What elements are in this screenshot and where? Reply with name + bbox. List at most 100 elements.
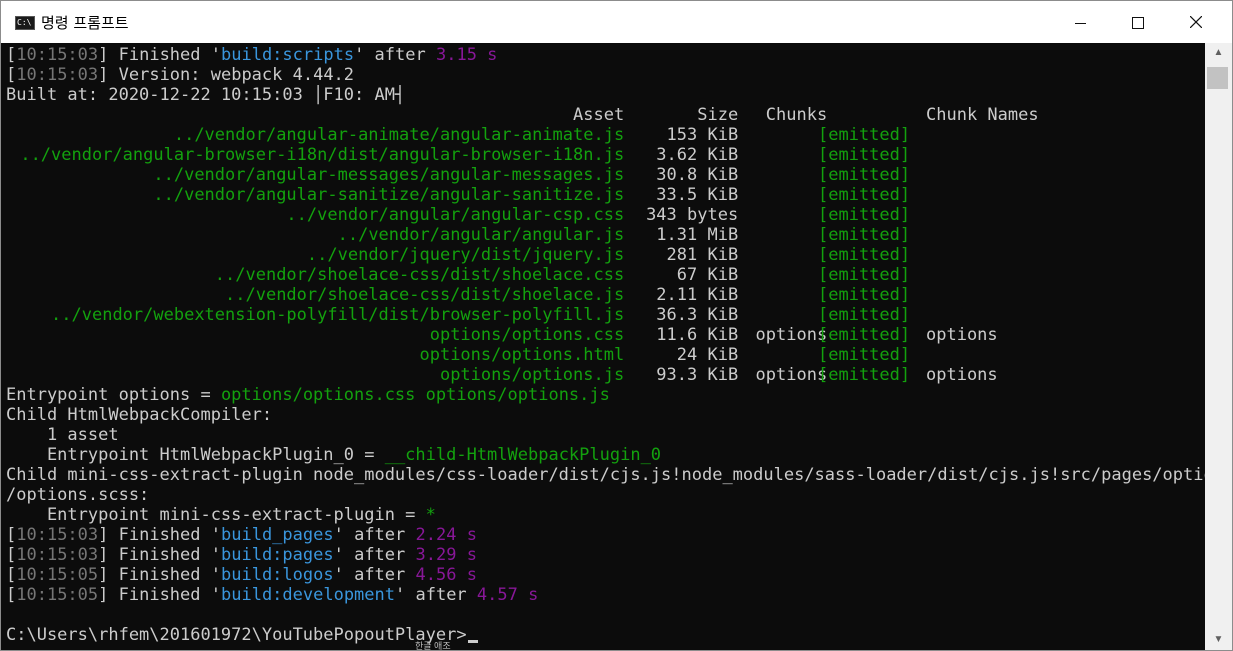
log-timestamp: 10:15:05 — [16, 565, 99, 585]
asset-size: 3.62 KiB — [656, 145, 739, 165]
asset-size: 153 KiB — [666, 125, 739, 145]
asset-name: ../vendor/shoelace-css/dist/shoelace.css — [214, 265, 625, 285]
log-line: [10:15:05] Finished 'build:logos' after … — [6, 565, 477, 585]
asset-row: ../vendor/angular-browser-i18n/dist/angu… — [6, 145, 1205, 165]
asset-status: [emitted] — [818, 165, 911, 185]
entrypoint-files: options/options.css options/options.js — [220, 385, 610, 405]
log-after: after — [415, 585, 467, 605]
log-duration: 2.24 s — [415, 525, 477, 545]
window-title: 명령 프롬프트 — [41, 14, 129, 32]
child-asset-count-line: 1 asset — [6, 425, 1205, 445]
asset-name: ../vendor/jquery/dist/jquery.js — [306, 245, 625, 265]
asset-status: [emitted] — [818, 205, 911, 225]
log-after: after — [354, 525, 406, 545]
log-status: Finished — [118, 565, 201, 585]
child-css-title: Child mini-css-extract-plugin node_modul… — [6, 465, 1205, 485]
asset-size: 93.3 KiB — [656, 365, 739, 385]
asset-row: ../vendor/angular-animate/angular-animat… — [6, 125, 1205, 145]
entrypoint-line: Entrypoint options = options/options.css… — [6, 385, 1205, 405]
asset-name: ../vendor/shoelace-css/dist/shoelace.js — [225, 285, 625, 305]
asset-row: ../vendor/angular/angular.js 1.31 MiB [emi… — [6, 225, 1205, 245]
log-after: after — [354, 565, 406, 585]
asset-name: ../vendor/webextension-polyfill/dist/bro… — [51, 305, 625, 325]
child-entry-label: Entrypoint HtmlWebpackPlugin_0 = — [6, 445, 385, 465]
child-css-entrypoint-line: Entrypoint mini-css-extract-plugin = * — [6, 505, 1205, 525]
close-button[interactable] — [1167, 1, 1225, 43]
minimize-icon — [1075, 23, 1086, 24]
log-duration: 4.56 s — [415, 565, 477, 585]
log-timestamp: 10:15:03 — [16, 545, 99, 565]
asset-size: 30.8 KiB — [656, 165, 739, 185]
log-status: Finished — [118, 45, 201, 65]
child-entry-value: __child-HtmlWebpackPlugin_0 — [384, 445, 662, 465]
asset-status: [emitted] — [818, 185, 911, 205]
entrypoint-label: Entrypoint options = — [6, 385, 221, 405]
scroll-down-arrow-icon[interactable]: ▼ — [1205, 630, 1232, 650]
child-css-entry-value: * — [425, 505, 436, 525]
asset-status: [emitted] — [818, 305, 911, 325]
asset-status: [emitted] — [818, 245, 911, 265]
asset-name: ../vendor/angular-messages/angular-messa… — [153, 165, 625, 185]
maximize-icon — [1132, 17, 1144, 29]
log-timestamp: 10:15:03 — [16, 45, 99, 65]
scroll-up-arrow-icon[interactable]: ▲ — [1205, 43, 1232, 63]
log-after: after — [374, 45, 426, 65]
asset-size: 67 KiB — [676, 265, 739, 285]
child-css-entry-label: Entrypoint mini-css-extract-plugin = — [6, 505, 426, 525]
asset-row: ../vendor/webextension-polyfill/dist/bro… — [6, 305, 1205, 325]
maximize-button[interactable] — [1109, 1, 1167, 43]
log-task-name: build_pages — [221, 525, 334, 545]
text-cursor — [467, 640, 478, 643]
asset-size: 1.31 MiB — [656, 225, 739, 245]
console-output[interactable]: [10:15:03] Finished 'build:scripts' afte… — [2, 43, 1205, 650]
asset-size: 11.6 KiB — [656, 325, 739, 345]
built-at-text: Built at: 2020-12-22 10:15:03 │F10: AM┤ — [6, 85, 406, 105]
header-size: Size — [697, 105, 739, 125]
asset-row: ../vendor/angular-messages/angular-messa… — [6, 165, 1205, 185]
asset-status: [emitted] — [818, 225, 911, 245]
vertical-scrollbar[interactable]: ▲ ▼ — [1205, 43, 1232, 650]
asset-size: 33.5 KiB — [656, 185, 739, 205]
asset-name: ../vendor/angular-animate/angular-animat… — [173, 125, 625, 145]
child-css-line-2: /options.scss: — [6, 485, 1205, 505]
version-text: Version: webpack 4.44.2 — [118, 65, 355, 85]
asset-name: ../vendor/angular-browser-i18n/dist/angu… — [20, 145, 625, 165]
console-text: [10:15:03] Finished 'build:scripts' afte… — [6, 45, 1205, 645]
asset-name: options/options.js — [439, 365, 625, 385]
ime-indicator: 한글 애조 — [415, 641, 451, 651]
asset-row: ../vendor/shoelace-css/dist/shoelace.css… — [6, 265, 1205, 285]
cmd-icon[interactable]: C:\ — [15, 16, 35, 30]
asset-name: ../vendor/angular/angular-csp.css — [286, 205, 625, 225]
minimize-button[interactable] — [1051, 1, 1109, 43]
asset-status: [emitted] — [818, 125, 911, 145]
scroll-thumb[interactable] — [1207, 67, 1228, 89]
version-line: [10:15:03] Version: webpack 4.44.2 — [6, 65, 355, 85]
log-status: Finished — [118, 585, 201, 605]
log-duration: 4.57 s — [476, 585, 539, 605]
asset-row: ../vendor/angular/angular-csp.css 343 byt… — [6, 205, 1205, 225]
asset-status: [emitted] — [818, 265, 911, 285]
close-icon — [1190, 16, 1202, 28]
child-css-line: Child mini-css-extract-plugin node_modul… — [6, 465, 1205, 485]
asset-name: ../vendor/angular/angular.js — [337, 225, 625, 245]
log-task-name: build:development — [221, 585, 395, 605]
built-at-line: Built at: 2020-12-22 10:15:03 │F10: AM┤ — [6, 85, 1205, 105]
header-chunk-names: Chunk Names — [926, 105, 1039, 125]
asset-row: options/options.html 24 KiB [emitted] — [6, 345, 1205, 365]
log-timestamp: 10:15:03 — [16, 525, 99, 545]
asset-chunk-names: options — [926, 365, 998, 385]
log-line: [10:15:03] Finished 'build:scripts' afte… — [6, 45, 498, 65]
log-line: [10:15:03] Finished 'build_pages' after … — [6, 525, 477, 545]
title-bar[interactable]: C:\ 명령 프롬프트 — [1, 1, 1232, 43]
asset-status: [emitted] — [818, 285, 911, 305]
log-line: [10:15:05] Finished 'build:development' … — [6, 585, 539, 605]
child-css-title-cont: /options.scss: — [6, 485, 150, 505]
asset-row: options/options.css 11.6 KiB options [emitt… — [6, 325, 1205, 345]
child-title: Child HtmlWebpackCompiler: — [6, 405, 273, 425]
asset-size: 24 KiB — [676, 345, 739, 365]
log-status: Finished — [118, 545, 201, 565]
command-prompt: C:\Users\rhfem\201601972\YouTubePopoutPl… — [6, 625, 467, 645]
log-duration: 3.15 s — [435, 45, 498, 65]
asset-row: ../vendor/jquery/dist/jquery.js 281 KiB [e… — [6, 245, 1205, 265]
